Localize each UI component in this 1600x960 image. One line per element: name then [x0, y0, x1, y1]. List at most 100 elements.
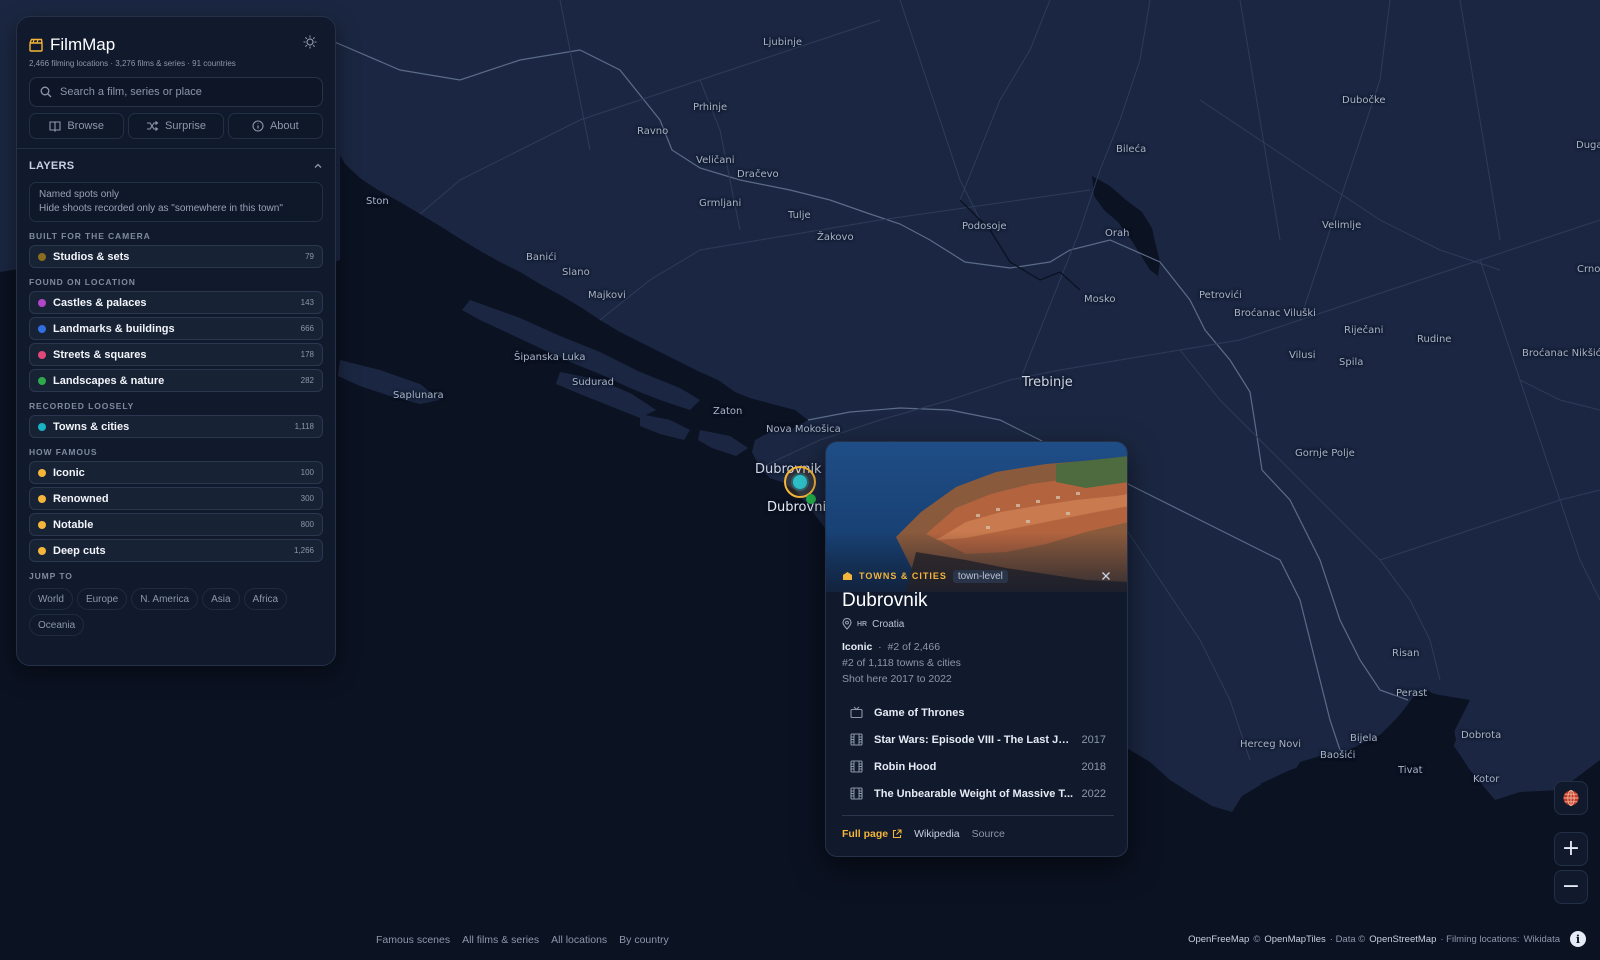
zoom-out-button[interactable]: − — [1554, 870, 1588, 904]
layer-landmarks-buildings[interactable]: Landmarks & buildings 666 — [29, 317, 323, 340]
layer-iconic[interactable]: Iconic 100 — [29, 461, 323, 484]
jump-europe[interactable]: Europe — [76, 588, 128, 610]
app-subtitle: 2,466 filming locations · 3,276 films & … — [29, 59, 236, 68]
search-box[interactable] — [29, 77, 323, 107]
map-label: Majkovi — [588, 290, 626, 301]
browse-button[interactable]: Browse — [29, 113, 125, 139]
map-label: Saplunara — [393, 390, 444, 401]
map-label: Ston — [366, 196, 389, 207]
layer-count: 79 — [305, 252, 314, 261]
film-icon — [850, 733, 863, 746]
map-label: Gornje Polje — [1295, 448, 1355, 459]
zoom-in-button[interactable]: + — [1554, 832, 1588, 866]
film-title: Robin Hood — [874, 760, 937, 773]
attribution-info-button[interactable]: i — [1570, 931, 1586, 947]
map-label: Tulje — [788, 210, 811, 221]
attrib-wikidata[interactable]: Wikidata — [1524, 934, 1560, 945]
map-label: Banići — [526, 252, 557, 263]
tv-icon — [850, 706, 863, 719]
layer-count: 300 — [300, 494, 314, 503]
layer-label: Studios & sets — [53, 250, 130, 263]
attrib-data-prefix: · Data © — [1329, 933, 1366, 945]
layer-label: Renowned — [53, 492, 109, 505]
film-item[interactable]: Star Wars: Episode VIII - The Last Jedi … — [842, 726, 1114, 753]
layer-label: Iconic — [53, 466, 85, 479]
attrib-openfreemap[interactable]: OpenFreeMap — [1188, 934, 1249, 945]
map-label: Risan — [1392, 648, 1420, 659]
jump-asia[interactable]: Asia — [202, 588, 240, 610]
layer-count: 666 — [300, 324, 314, 333]
layer-studios-sets[interactable]: Studios & sets 79 — [29, 245, 323, 268]
layer-label: Castles & palaces — [53, 296, 147, 309]
surprise-button[interactable]: Surprise — [128, 113, 224, 139]
map-label: Mosko — [1084, 294, 1116, 305]
minus-icon: − — [1561, 874, 1581, 899]
film-icon — [850, 787, 863, 800]
map-label: Velimlje — [1322, 220, 1362, 231]
map-label: Bijela — [1350, 733, 1378, 744]
layer-color-dot — [38, 546, 46, 555]
popup-title: Dubrovnik — [842, 590, 928, 611]
map-label: Sudurad — [572, 377, 614, 388]
country-code: HR — [857, 620, 868, 628]
layer-label: Notable — [53, 518, 94, 531]
location-marker-nature[interactable] — [806, 494, 816, 504]
dot-separator: · — [875, 641, 885, 653]
attrib-openmaptiles[interactable]: OpenMapTiles — [1264, 934, 1325, 945]
jump-oceania[interactable]: Oceania — [29, 614, 85, 636]
footer-link-by-country[interactable]: By country — [619, 934, 669, 946]
film-title: Game of Thrones — [874, 706, 965, 719]
jump-to-label: JUMP TO — [29, 571, 73, 581]
map-label: Crnoč — [1577, 264, 1600, 275]
source-link[interactable]: Source — [972, 828, 1005, 840]
location-marker-towns[interactable] — [793, 475, 807, 489]
map-label: Broćanac Viluški — [1234, 308, 1316, 319]
close-icon — [1102, 572, 1110, 580]
film-item[interactable]: The Unbearable Weight of Massive T... 20… — [842, 780, 1114, 807]
search-input[interactable] — [60, 86, 312, 98]
film-item[interactable]: Game of Thrones — [842, 699, 1114, 726]
map-label: Podosoje — [962, 221, 1007, 232]
about-button[interactable]: About — [227, 113, 323, 139]
jump-africa[interactable]: Africa — [243, 588, 288, 610]
named-spots-toggle[interactable]: Named spots only Hide shoots recorded on… — [29, 182, 323, 222]
full-page-link[interactable]: Full page — [842, 828, 902, 840]
layer-streets-squares[interactable]: Streets & squares 178 — [29, 343, 323, 366]
footer-link-famous-scenes[interactable]: Famous scenes — [376, 934, 450, 946]
jump-world[interactable]: World — [29, 588, 73, 610]
film-item[interactable]: Robin Hood 2018 — [842, 753, 1114, 780]
layer-deep-cuts[interactable]: Deep cuts 1,266 — [29, 539, 323, 562]
map-label: Rudine — [1417, 334, 1452, 345]
about-label: About — [269, 120, 299, 132]
layer-label: Towns & cities — [53, 420, 130, 433]
footer-link-all-films[interactable]: All films & series — [462, 934, 539, 946]
map-label: Dračevo — [737, 169, 779, 180]
layer-color-dot — [38, 520, 46, 529]
layer-notable[interactable]: Notable 800 — [29, 513, 323, 536]
attrib-openstreetmap[interactable]: OpenStreetMap — [1369, 934, 1436, 945]
attrib-copyright: © — [1253, 933, 1261, 945]
chevron-up-icon[interactable] — [313, 161, 323, 171]
browse-label: Browse — [67, 120, 104, 132]
map-label: Vilusi — [1289, 350, 1316, 361]
clapperboard-icon — [29, 38, 43, 52]
layer-count: 800 — [300, 520, 314, 529]
layer-color-dot — [38, 298, 46, 307]
theme-toggle-button[interactable] — [299, 31, 321, 53]
globe-view-button[interactable] — [1554, 781, 1588, 815]
rank-overall: #2 of 2,466 — [887, 641, 941, 653]
footer-links: Famous scenes All films & series All loc… — [376, 934, 669, 946]
wikipedia-link[interactable]: Wikipedia — [914, 828, 960, 840]
layer-color-dot — [38, 494, 46, 503]
layer-renowned[interactable]: Renowned 300 — [29, 487, 323, 510]
layer-landscapes-nature[interactable]: Landscapes & nature 282 — [29, 369, 323, 392]
layer-label: Deep cuts — [53, 544, 106, 557]
layers-header[interactable]: LAYERS — [29, 150, 323, 182]
jump-north-america[interactable]: N. America — [131, 588, 199, 610]
info-icon — [252, 120, 264, 132]
layer-towns-cities[interactable]: Towns & cities 1,118 — [29, 415, 323, 438]
close-button[interactable] — [1098, 568, 1114, 584]
map-label: Duga — [1576, 140, 1600, 151]
layer-castles-palaces[interactable]: Castles & palaces 143 — [29, 291, 323, 314]
footer-link-all-locations[interactable]: All locations — [551, 934, 607, 946]
